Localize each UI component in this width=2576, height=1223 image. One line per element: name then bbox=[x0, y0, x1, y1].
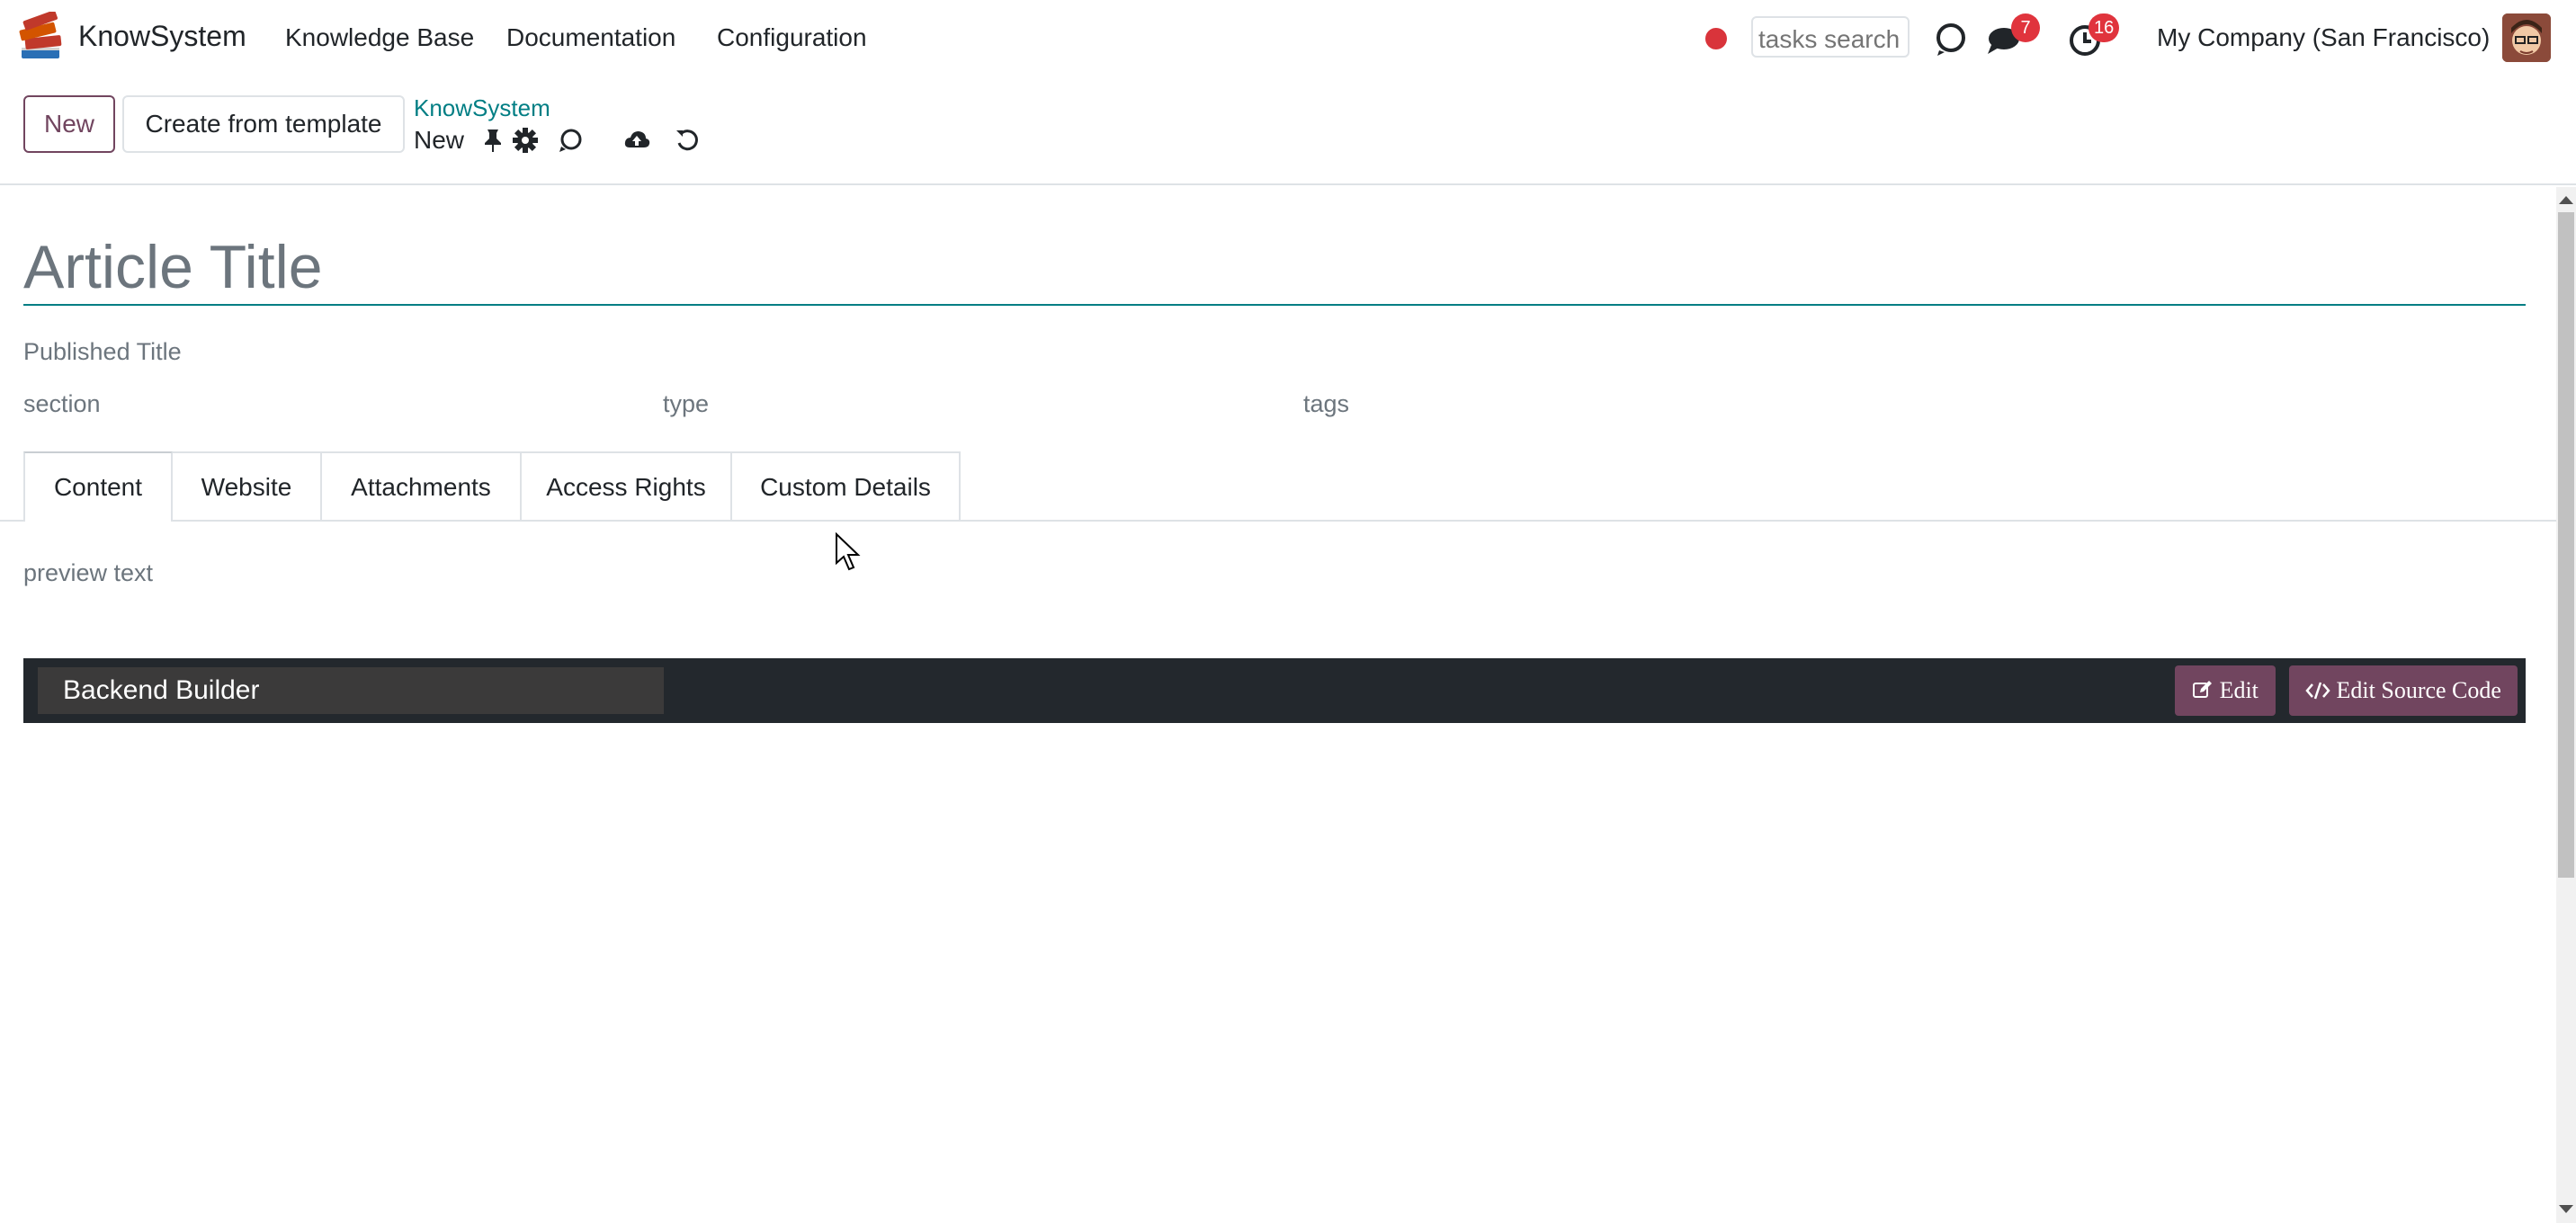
mouse-cursor-icon bbox=[836, 532, 861, 571]
tab-custom-details[interactable]: Custom Details bbox=[732, 451, 961, 522]
tab-baseline-left bbox=[0, 520, 23, 522]
avatar[interactable] bbox=[2502, 13, 2551, 62]
menu-configuration[interactable]: Configuration bbox=[717, 23, 867, 52]
scrollbar-thumb[interactable] bbox=[2558, 212, 2574, 878]
scroll-down-arrow[interactable] bbox=[2559, 1205, 2573, 1213]
tab-access-rights[interactable]: Access Rights bbox=[522, 451, 732, 522]
edit-icon bbox=[2193, 681, 2213, 698]
preview-text-input[interactable]: preview text bbox=[23, 559, 153, 587]
edit-button[interactable]: Edit bbox=[2175, 665, 2276, 716]
tab-website[interactable]: Website bbox=[173, 451, 322, 522]
tab-attachments[interactable]: Attachments bbox=[322, 451, 522, 522]
pin-icon[interactable] bbox=[479, 126, 507, 155]
scroll-up-arrow[interactable] bbox=[2559, 196, 2573, 204]
new-button[interactable]: New bbox=[23, 95, 115, 153]
menu-knowledge-base[interactable]: Knowledge Base bbox=[285, 23, 474, 52]
tab-baseline bbox=[173, 520, 2556, 522]
tasks-search-input[interactable] bbox=[1751, 16, 1910, 58]
discuss-icon[interactable] bbox=[1930, 20, 1970, 59]
control-panel-divider bbox=[0, 183, 2576, 185]
section-input[interactable]: section bbox=[23, 390, 101, 418]
gear-icon[interactable] bbox=[511, 126, 540, 155]
breadcrumb-parent[interactable]: KnowSystem bbox=[414, 94, 550, 122]
refresh-icon[interactable] bbox=[556, 126, 585, 155]
type-input[interactable]: type bbox=[663, 390, 709, 418]
app-name[interactable]: KnowSystem bbox=[78, 20, 246, 53]
messages-badge: 7 bbox=[2011, 13, 2040, 42]
backend-builder-toolbar: Backend Builder Edit Edit Source Code bbox=[23, 658, 2526, 723]
published-title-input[interactable]: Published Title bbox=[23, 338, 182, 366]
activities-badge: 16 bbox=[2089, 13, 2120, 42]
record-dot-icon[interactable] bbox=[1705, 28, 1727, 49]
breadcrumb-current: New bbox=[414, 126, 465, 154]
edit-button-label: Edit bbox=[2219, 677, 2258, 703]
builder-name: Backend Builder bbox=[38, 667, 664, 714]
code-icon bbox=[2305, 682, 2330, 700]
tags-input[interactable]: tags bbox=[1303, 390, 1349, 418]
menu-documentation[interactable]: Documentation bbox=[506, 23, 675, 52]
company-switcher[interactable]: My Company (San Francisco) bbox=[2157, 23, 2490, 52]
books-logo-icon[interactable] bbox=[16, 12, 67, 64]
article-title-input[interactable]: Article Title bbox=[23, 232, 323, 302]
title-underline bbox=[23, 304, 2526, 306]
top-navbar: KnowSystem Knowledge Base Documentation … bbox=[0, 0, 2576, 77]
undo-icon[interactable] bbox=[673, 126, 702, 155]
edit-source-code-button[interactable]: Edit Source Code bbox=[2289, 665, 2518, 716]
tab-content[interactable]: Content bbox=[23, 451, 173, 522]
edit-source-code-label: Edit Source Code bbox=[2336, 677, 2501, 703]
create-from-template-button[interactable]: Create from template bbox=[122, 95, 405, 153]
cloud-upload-icon[interactable] bbox=[622, 126, 651, 155]
